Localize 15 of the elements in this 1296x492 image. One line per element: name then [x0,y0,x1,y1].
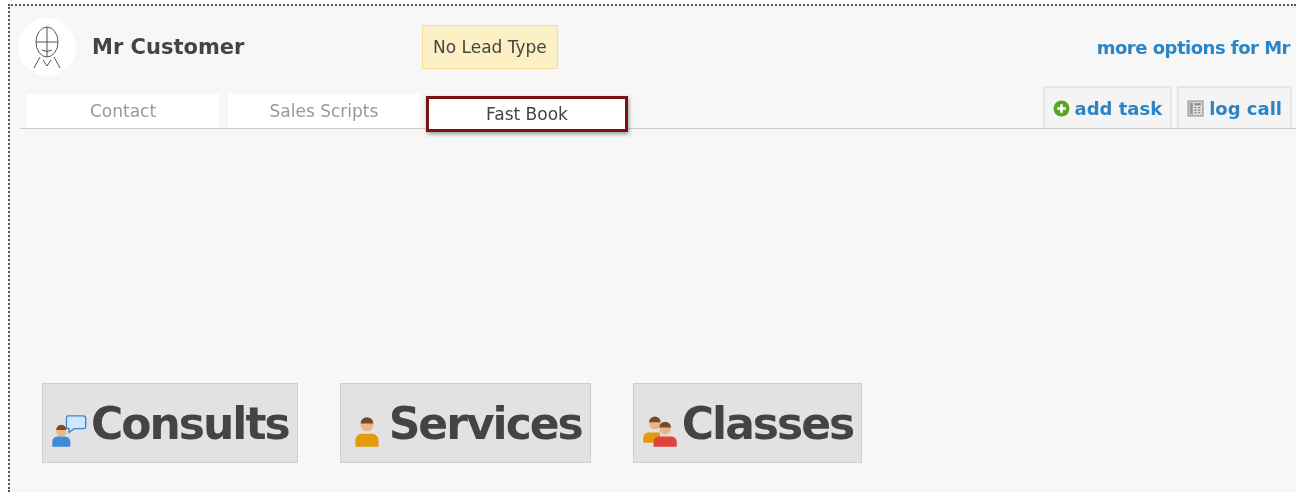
tab[interactable]: Contact [27,94,219,128]
service-button[interactable]: Services [339,383,591,463]
tab[interactable]: Fast Book [426,96,628,132]
add-task-button[interactable]: add task [1042,86,1173,128]
plus-icon [1052,99,1070,117]
person-speech-icon [51,412,87,448]
consult-button[interactable]: Consults [42,383,298,463]
log-call-button[interactable]: log call [1177,86,1292,128]
class-button[interactable]: Classes [632,383,863,463]
avatar-sketch-icon [18,18,76,76]
phone-icon [1187,99,1205,117]
more-options-link[interactable]: more options for Mr [1096,36,1290,58]
tab[interactable]: Sales Scripts [228,94,420,128]
lead-type-badge: No Lead Type [422,25,558,69]
customer-name: Mr Customer [92,35,246,59]
